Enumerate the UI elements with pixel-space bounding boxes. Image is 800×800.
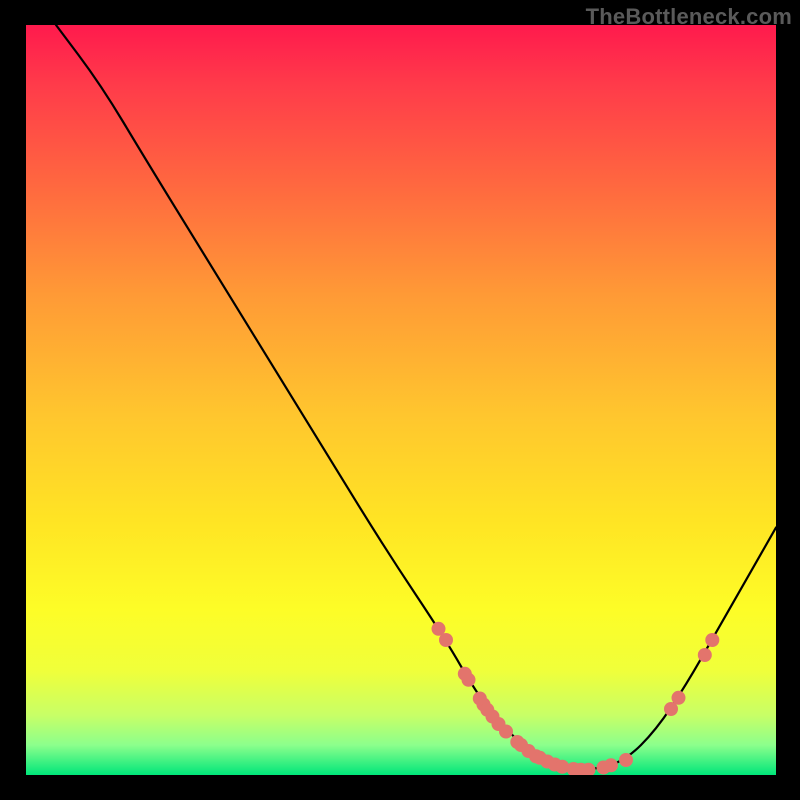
chart-marker — [664, 702, 678, 716]
chart-marker — [555, 760, 569, 774]
chart-marker — [582, 763, 596, 775]
chart-marker — [533, 751, 547, 765]
chart-marker — [462, 673, 476, 687]
chart-marker — [522, 744, 536, 758]
chart-marker — [510, 735, 524, 749]
chart-marker — [548, 758, 562, 772]
chart-marker — [705, 633, 719, 647]
chart-markers — [432, 622, 720, 775]
chart-marker — [473, 692, 487, 706]
chart-marker — [567, 762, 581, 775]
bottleneck-curve — [56, 25, 776, 769]
chart-marker — [529, 749, 543, 763]
chart-marker — [480, 703, 494, 717]
chart-marker — [492, 717, 506, 731]
chart-marker — [499, 725, 513, 739]
watermark-text: TheBottleneck.com — [586, 4, 792, 30]
chart-marker — [604, 758, 618, 772]
chart-marker — [514, 738, 528, 752]
chart-marker — [540, 755, 554, 769]
chart-marker — [574, 763, 588, 775]
chart-marker — [672, 691, 686, 705]
chart-marker — [439, 633, 453, 647]
chart-plot-area — [26, 25, 776, 775]
chart-marker — [619, 753, 633, 767]
chart-marker — [477, 698, 491, 712]
chart-marker — [698, 648, 712, 662]
chart-marker — [458, 667, 472, 681]
chart-svg — [26, 25, 776, 775]
chart-marker — [432, 622, 446, 636]
chart-marker — [597, 761, 611, 775]
chart-marker — [486, 710, 500, 724]
